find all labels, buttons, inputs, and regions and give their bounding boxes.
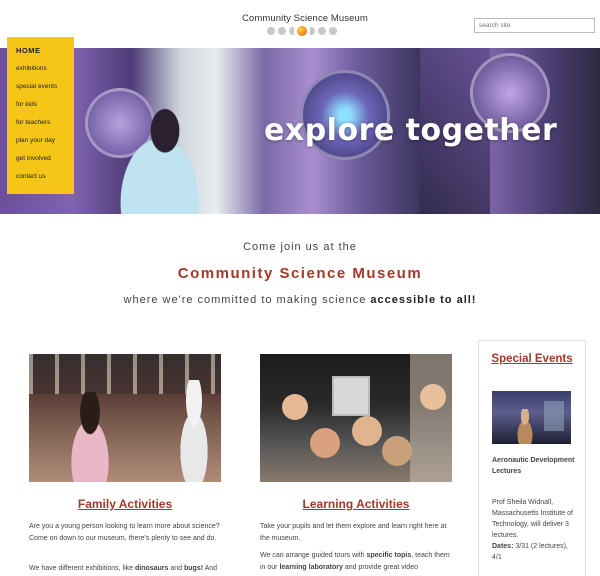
learning-activities-photo bbox=[260, 354, 452, 482]
event-photo[interactable] bbox=[492, 391, 571, 444]
photo-wall bbox=[410, 354, 452, 482]
photo-child-figure bbox=[420, 384, 446, 410]
logo-moon-phases-icon bbox=[242, 26, 362, 36]
intro-tagline-emphasis: accessible to all! bbox=[370, 294, 477, 306]
family-activities-text: Are you a young person looking to learn … bbox=[29, 523, 220, 542]
text-bold: learning laboratory bbox=[279, 563, 343, 571]
family-activities-link[interactable]: Family Activities bbox=[29, 497, 221, 511]
photo-lecturer-figure bbox=[512, 409, 538, 444]
event-dates: Dates: 3/31 (2 lectures), 4/1 bbox=[492, 541, 578, 563]
family-activities-photo bbox=[29, 354, 221, 482]
learning-activities-link[interactable]: Learning Activities bbox=[260, 497, 452, 511]
photo-robot-figure bbox=[169, 380, 219, 482]
intro-tagline: where we're committed to making science … bbox=[0, 294, 600, 306]
nav-item-for-teachers[interactable]: for teachers bbox=[16, 118, 74, 136]
event-name-text: Aeronautic Development Lectures bbox=[492, 457, 575, 475]
photo-child-figure bbox=[282, 394, 308, 420]
logo-text: Community Science Museum bbox=[242, 13, 368, 24]
text-bold: bugs! bbox=[184, 565, 204, 572]
intro-line: Come join us at the bbox=[243, 241, 357, 253]
nav-item-plan-your-day[interactable]: plan your day bbox=[16, 136, 74, 154]
learning-activities-text-2: We can arrange guided tours with specifi… bbox=[260, 550, 456, 573]
nav-item-home[interactable]: HOME bbox=[16, 46, 74, 64]
special-events-sidebar: Special Events Aeronautic Development Le… bbox=[478, 340, 586, 576]
text-bold: dinosaurs bbox=[134, 565, 169, 572]
event-name[interactable]: Aeronautic Development Lectures bbox=[492, 455, 578, 477]
nav-item-contact-us[interactable]: contact us bbox=[16, 172, 74, 190]
learning-activities-text: Take your pupils and let them explore an… bbox=[260, 523, 447, 542]
photo-child-figure bbox=[310, 428, 340, 458]
text-run: and bbox=[168, 565, 184, 572]
main-nav: HOME exhibitions special events for kids… bbox=[7, 37, 74, 194]
site-header: Community Science Museum bbox=[0, 0, 600, 48]
photo-child-figure bbox=[382, 436, 412, 466]
hero-title: explore together bbox=[264, 113, 558, 148]
nav-item-for-kids[interactable]: for kids bbox=[16, 100, 74, 118]
nav-item-special-events[interactable]: special events bbox=[16, 82, 74, 100]
photo-equipment bbox=[544, 401, 564, 431]
special-events-link[interactable]: Special Events bbox=[479, 353, 585, 365]
event-dates-label: Dates: bbox=[492, 543, 514, 550]
hero-scientist-figure bbox=[110, 103, 220, 214]
intro-museum-name: Community Science Museum bbox=[177, 265, 423, 282]
text-run: We have different exhibitions, like bbox=[29, 565, 135, 572]
event-description: Prof Sheila Widnall, Massachusetts Insti… bbox=[492, 499, 573, 539]
text-run: We can arrange guided tours with bbox=[260, 552, 367, 559]
family-activities-text-2: We have different exhibitions, like dino… bbox=[29, 563, 227, 575]
text-run: and provide great video bbox=[342, 563, 418, 571]
photo-child-figure bbox=[352, 416, 382, 446]
search-input[interactable] bbox=[474, 18, 595, 33]
text-run: And bbox=[203, 565, 218, 572]
nav-item-exhibitions[interactable]: exhibitions bbox=[16, 64, 74, 82]
site-logo[interactable]: Community Science Museum bbox=[242, 13, 368, 36]
text-bold: specific topis bbox=[366, 552, 412, 559]
nav-item-get-involved[interactable]: get involved bbox=[16, 154, 74, 172]
photo-3d-printer bbox=[332, 376, 370, 416]
intro-tagline-text: where we're committed to making science bbox=[123, 294, 371, 306]
hero-banner: explore together bbox=[0, 48, 600, 214]
photo-girl-figure bbox=[59, 392, 121, 482]
